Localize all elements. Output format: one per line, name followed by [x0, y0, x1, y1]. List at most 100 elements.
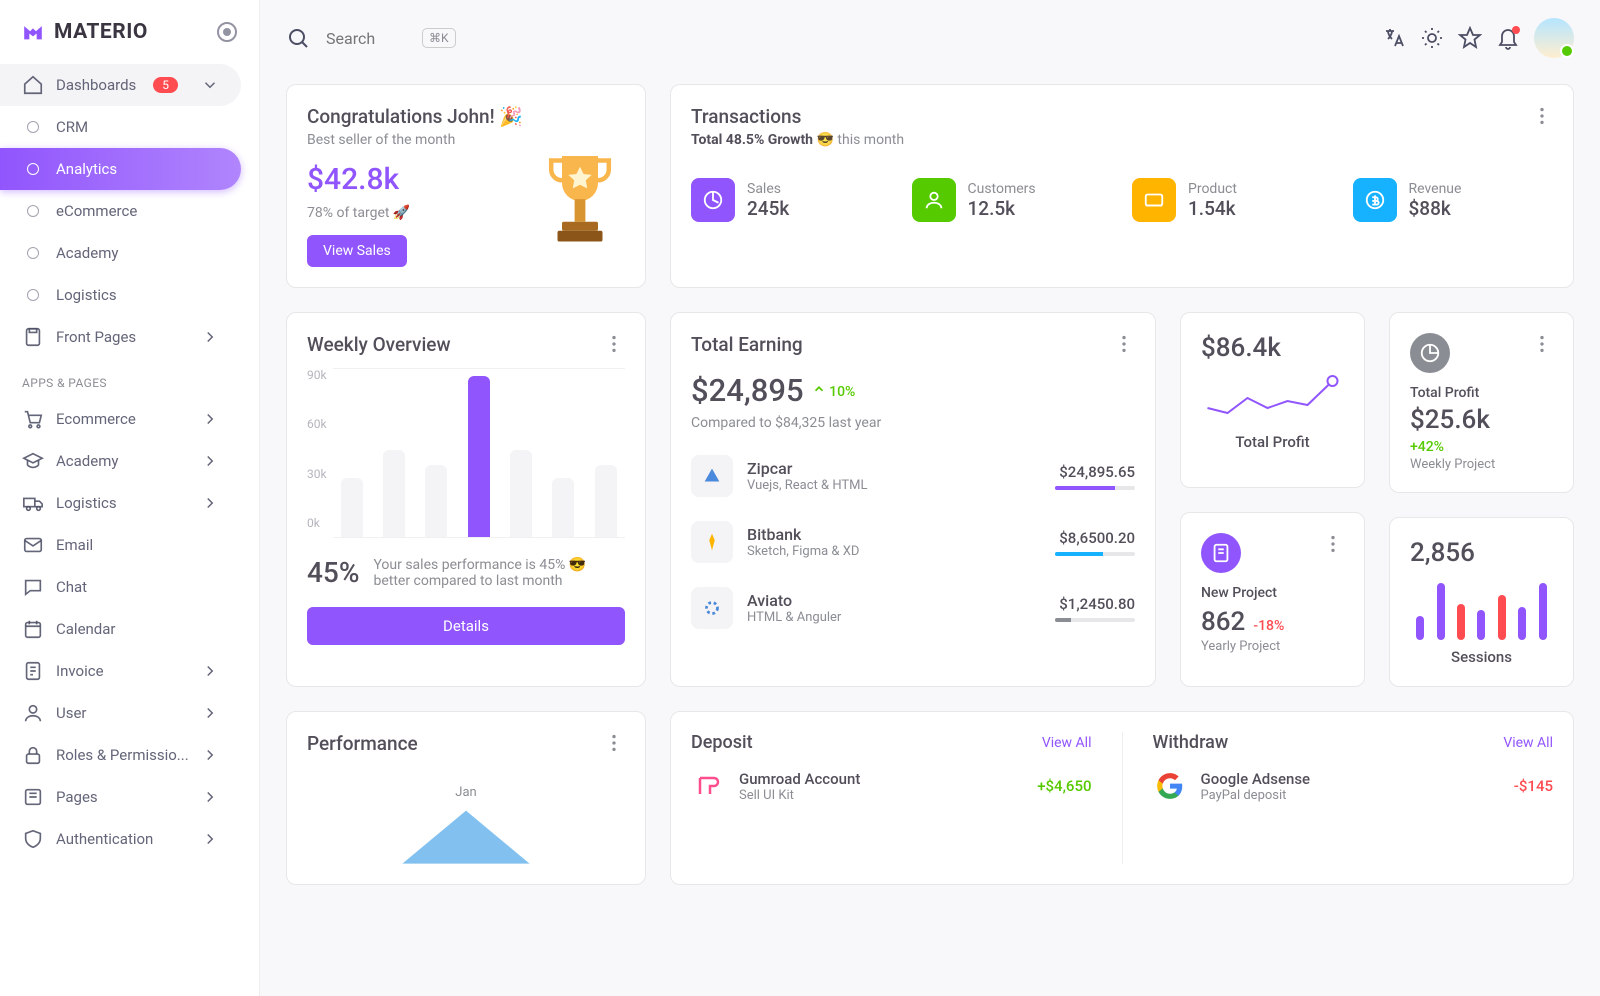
chart-bar — [341, 478, 363, 537]
theme-icon[interactable] — [1420, 26, 1444, 50]
performance-card: Performance Jan — [286, 711, 646, 885]
transaction-item: Product1.54k — [1132, 178, 1333, 222]
nav-logistics-sub[interactable]: Logistics — [0, 274, 241, 316]
sparkline-icon — [1201, 373, 1344, 423]
chevron-right-icon — [201, 328, 219, 346]
deposit-view-all[interactable]: View All — [1042, 735, 1092, 751]
more-icon[interactable] — [603, 333, 625, 355]
main-content: ⌘K Congratulations John! 🎉 Best seller o… — [260, 0, 1600, 996]
star-icon[interactable] — [1458, 26, 1482, 50]
nav-app-user[interactable]: User — [0, 692, 241, 734]
more-icon[interactable] — [603, 732, 625, 754]
invoice-icon — [22, 660, 44, 682]
earning-item: BitbankSketch, Figma & XD$8,6500.20 — [691, 521, 1135, 563]
sidebar-collapse-icon[interactable] — [217, 22, 237, 42]
new-project-card: New Project 862 -18% Yearly Project — [1180, 512, 1365, 688]
chevron-right-icon — [201, 746, 219, 764]
lock-icon — [22, 744, 44, 766]
more-icon[interactable] — [1531, 105, 1553, 127]
search-input[interactable] — [326, 29, 406, 48]
nav-label: Authentication — [56, 830, 153, 848]
nav-app-ecommerce[interactable]: Ecommerce — [0, 398, 241, 440]
user-icon — [22, 702, 44, 724]
transaction-item: Customers12.5k — [912, 178, 1113, 222]
congrats-title: Congratulations John! 🎉 — [307, 105, 525, 128]
nav-app-email[interactable]: Email — [0, 524, 241, 566]
earning-item-value: $8,6500.20 — [1055, 529, 1135, 547]
earning-item-desc: Sketch, Figma & XD — [747, 544, 1041, 559]
nav-label: Roles & Permissio... — [56, 746, 189, 764]
more-icon[interactable] — [1322, 533, 1344, 555]
logo-text: MATERIO — [54, 20, 148, 44]
user-avatar[interactable] — [1534, 18, 1574, 58]
withdraw-amount: -$145 — [1514, 777, 1553, 795]
earning-item-desc: Vuejs, React & HTML — [747, 478, 1041, 493]
chat-icon — [22, 576, 44, 598]
chart-bar — [552, 478, 574, 537]
dot-icon — [22, 242, 44, 264]
nav-app-authentication[interactable]: Authentication — [0, 818, 241, 860]
earning-item-name: Zipcar — [747, 459, 1041, 478]
earning-item: AviatoHTML & Anguler$1,2450.80 — [691, 587, 1135, 629]
withdraw-view-all[interactable]: View All — [1503, 735, 1553, 751]
nav-app-calendar[interactable]: Calendar — [0, 608, 241, 650]
more-icon[interactable] — [1113, 333, 1135, 355]
earning-amount: $24,895 — [691, 372, 804, 409]
document-icon — [22, 326, 44, 348]
chart-bar — [425, 465, 447, 537]
dot-icon — [22, 284, 44, 306]
weekly-title: Weekly Overview — [307, 333, 625, 356]
transaction-value: 1.54k — [1188, 197, 1237, 220]
shield-icon — [22, 828, 44, 850]
sidebar-header: MATERIO — [0, 0, 259, 64]
nav-front-pages[interactable]: Front Pages — [0, 316, 241, 358]
topbar-actions — [1382, 18, 1574, 58]
chevron-down-icon — [201, 76, 219, 94]
nav-app-chat[interactable]: Chat — [0, 566, 241, 608]
transaction-value: $88k — [1409, 197, 1462, 220]
chart-bar — [510, 450, 532, 537]
earning-delta: 10% — [812, 382, 856, 400]
nav-label: Ecommerce — [56, 410, 136, 428]
withdraw-desc: PayPal deposit — [1201, 788, 1500, 803]
transaction-icon — [1132, 178, 1176, 222]
search-wrap[interactable]: ⌘K — [286, 26, 456, 50]
nav-app-roles[interactable]: Roles & Permissio... — [0, 734, 241, 776]
details-button[interactable]: Details — [307, 607, 625, 645]
transaction-label: Revenue — [1409, 181, 1462, 197]
nav-analytics[interactable]: Analytics — [0, 148, 241, 190]
dot-icon — [22, 200, 44, 222]
nav-label: Email — [56, 536, 93, 554]
chevron-right-icon — [201, 788, 219, 806]
nav-dashboards[interactable]: Dashboards 5 — [0, 64, 241, 106]
chevron-right-icon — [201, 452, 219, 470]
document-icon — [1201, 533, 1241, 573]
nav-label: Pages — [56, 788, 98, 806]
nav-label: Dashboards — [56, 76, 136, 94]
language-icon[interactable] — [1382, 26, 1406, 50]
nav-label: Front Pages — [56, 328, 136, 346]
kbd-shortcut: ⌘K — [422, 28, 456, 48]
nav-crm[interactable]: CRM — [0, 106, 241, 148]
view-sales-button[interactable]: View Sales — [307, 235, 407, 267]
nav-app-pages[interactable]: Pages — [0, 776, 241, 818]
nav-label: Invoice — [56, 662, 104, 680]
radar-icon — [307, 800, 625, 864]
nav-app-logistics[interactable]: Logistics — [0, 482, 241, 524]
nav-label: Analytics — [56, 160, 117, 178]
chart-bar — [383, 450, 405, 537]
nav-academy[interactable]: Academy — [0, 232, 241, 274]
nav-app-academy[interactable]: Academy — [0, 440, 241, 482]
chevron-right-icon — [201, 410, 219, 428]
sc4-title: Sessions — [1410, 648, 1553, 666]
earning-item-icon — [691, 521, 733, 563]
earning-title: Total Earning — [691, 333, 1135, 356]
bell-icon[interactable] — [1496, 26, 1520, 50]
more-icon[interactable] — [1531, 333, 1553, 355]
nav-app-invoice[interactable]: Invoice — [0, 650, 241, 692]
nav-ecommerce[interactable]: eCommerce — [0, 190, 241, 232]
earning-compare: Compared to $84,325 last year — [691, 415, 1135, 431]
transaction-icon — [691, 178, 735, 222]
weekly-text: Your sales performance is 45% 😎 better c… — [373, 557, 625, 589]
trophy-icon — [535, 147, 625, 267]
